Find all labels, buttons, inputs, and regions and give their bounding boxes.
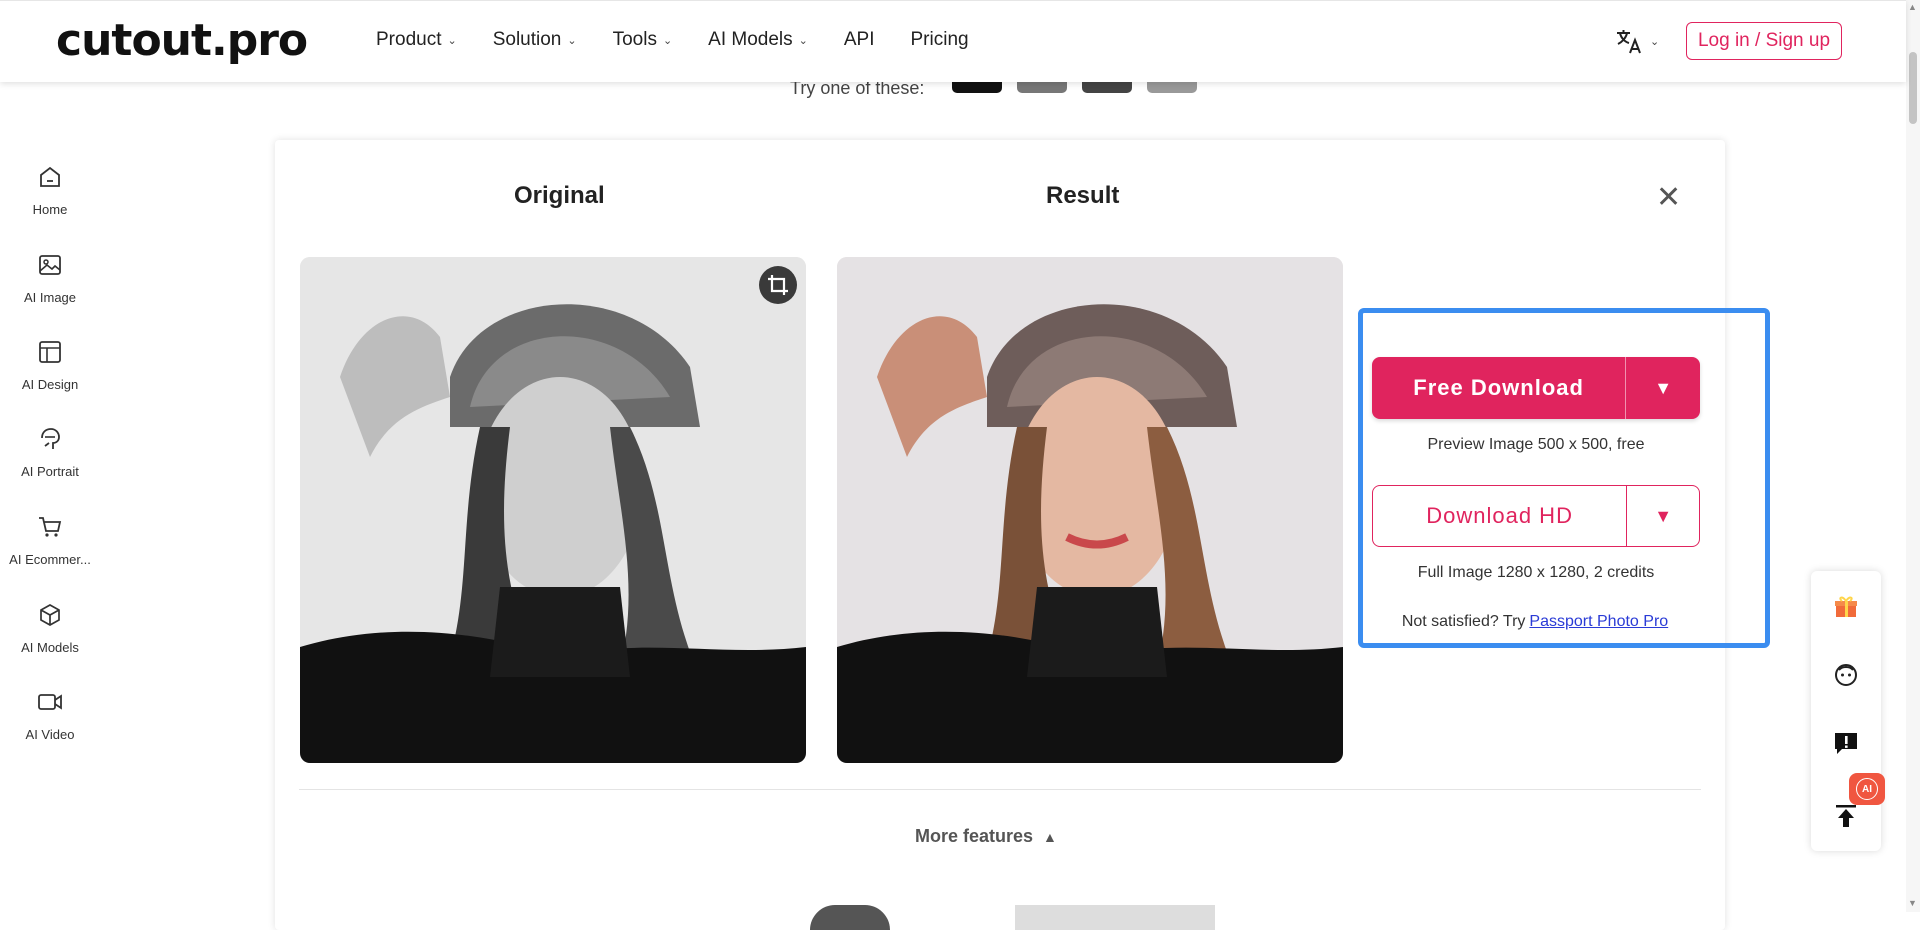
sidebar-item-ai-image[interactable]: AI Image bbox=[0, 252, 100, 305]
feature-thumbnail[interactable] bbox=[1015, 905, 1215, 930]
sidebar-label: AI Portrait bbox=[21, 464, 79, 479]
top-header: cutout.pro Product ⌄ Solution ⌄ Tools ⌄ AI … bbox=[0, 0, 1906, 82]
sidebar-label: AI Design bbox=[21, 377, 79, 392]
original-image[interactable] bbox=[300, 257, 806, 763]
sidebar-item-ai-models[interactable]: AI Models bbox=[0, 602, 100, 655]
translate-icon bbox=[1617, 30, 1641, 54]
back-to-top-icon[interactable] bbox=[1833, 803, 1859, 829]
caret-up-icon: ▲ bbox=[1043, 828, 1057, 845]
download-hd-label: Download HD bbox=[1426, 503, 1573, 528]
layout-icon bbox=[39, 341, 61, 363]
free-download-note: Preview Image 500 x 500, free bbox=[1427, 436, 1645, 453]
sidebar-item-ai-video[interactable]: AI Video bbox=[0, 689, 100, 742]
sidebar-item-home[interactable]: Home bbox=[0, 164, 100, 217]
passport-photo-pro-link[interactable]: Passport Photo Pro bbox=[1529, 613, 1668, 630]
result-panel: Original Result ✕ Free Download ▼ Previe… bbox=[275, 140, 1770, 930]
sidebar-label: AI Ecommer... bbox=[9, 552, 91, 567]
support-face-icon[interactable] bbox=[1833, 661, 1859, 687]
crop-icon bbox=[768, 275, 788, 295]
caret-down-icon: ▼ bbox=[1654, 505, 1673, 526]
portrait-icon bbox=[41, 428, 60, 449]
cube-icon bbox=[40, 604, 60, 626]
floating-toolbar bbox=[1811, 571, 1881, 851]
chevron-down-icon: ⌄ bbox=[1650, 35, 1660, 48]
sidebar-label: AI Video bbox=[25, 727, 75, 742]
sample-thumbnail[interactable] bbox=[1082, 81, 1132, 93]
nav-pricing[interactable]: Pricing bbox=[911, 29, 969, 51]
main-nav: Product ⌄ Solution ⌄ Tools ⌄ AI Models ⌄ API… bbox=[376, 29, 1005, 51]
not-satisfied-text: Not satisfied? Try bbox=[1401, 613, 1526, 630]
language-selector[interactable]: ⌄ bbox=[1614, 25, 1664, 57]
nav-label: Product bbox=[376, 29, 442, 50]
chevron-down-icon: ⌄ bbox=[447, 34, 457, 47]
sidebar-item-ai-ecommerce[interactable]: AI Ecommer... bbox=[0, 514, 100, 567]
nav-api[interactable]: API bbox=[844, 29, 875, 51]
more-features-toggle[interactable]: More features ▲ bbox=[915, 826, 1057, 847]
divider bbox=[299, 789, 1701, 790]
chevron-down-icon: ⌄ bbox=[798, 34, 808, 47]
feedback-icon[interactable] bbox=[1833, 730, 1859, 756]
more-features-label: More features bbox=[915, 826, 1034, 846]
sidebar-item-ai-portrait[interactable]: AI Portrait bbox=[0, 426, 100, 479]
portrait-photo-grayscale bbox=[300, 257, 806, 763]
free-download-label: Free Download bbox=[1413, 375, 1584, 400]
close-icon[interactable]: ✕ bbox=[1656, 180, 1681, 215]
result-title: Result bbox=[1046, 182, 1120, 209]
sample-thumbnail[interactable] bbox=[1147, 81, 1197, 93]
nav-tools[interactable]: Tools ⌄ bbox=[613, 29, 673, 51]
crop-button[interactable] bbox=[759, 266, 797, 304]
scrollbar-thumb[interactable] bbox=[1909, 52, 1917, 124]
sample-thumbnail[interactable] bbox=[952, 81, 1002, 93]
caret-down-icon: ▼ bbox=[1654, 377, 1673, 398]
home-icon bbox=[40, 166, 60, 187]
scroll-up-arrow[interactable]: ▲ bbox=[1908, 2, 1917, 12]
download-hd-button[interactable]: Download HD ▼ bbox=[1372, 485, 1700, 547]
free-download-button[interactable]: Free Download ▼ bbox=[1372, 357, 1700, 419]
image-icon bbox=[39, 255, 61, 275]
nav-label: API bbox=[843, 29, 875, 50]
ai-badge-label: AI bbox=[1856, 778, 1878, 800]
chevron-down-icon: ⌄ bbox=[662, 34, 673, 47]
scroll-down-arrow[interactable]: ▼ bbox=[1908, 898, 1917, 908]
sidebar-label: AI Models bbox=[21, 640, 79, 655]
cart-icon bbox=[39, 517, 62, 537]
nav-ai-models[interactable]: AI Models ⌄ bbox=[708, 29, 808, 51]
nav-solution[interactable]: Solution ⌄ bbox=[493, 29, 577, 51]
nav-label: Pricing bbox=[910, 29, 969, 50]
sidebar-label: Home bbox=[32, 202, 68, 217]
scrollbar[interactable] bbox=[1906, 0, 1920, 912]
login-signup-button[interactable]: Log in / Sign up bbox=[1686, 22, 1842, 60]
nav-label: AI Models bbox=[708, 29, 793, 50]
download-hd-dropdown[interactable]: ▼ bbox=[1626, 486, 1699, 546]
chevron-down-icon: ⌄ bbox=[567, 34, 577, 47]
gift-icon[interactable] bbox=[1833, 593, 1859, 619]
result-image[interactable] bbox=[837, 257, 1343, 763]
nav-product[interactable]: Product ⌄ bbox=[376, 29, 457, 51]
nav-label: Tools bbox=[612, 29, 657, 50]
sidebar-item-ai-design[interactable]: AI Design bbox=[0, 339, 100, 392]
nav-label: Solution bbox=[492, 29, 562, 50]
video-icon bbox=[38, 694, 62, 710]
feature-thumbnail[interactable] bbox=[810, 905, 890, 930]
original-title: Original bbox=[514, 182, 605, 209]
logo[interactable]: cutout.pro bbox=[56, 15, 308, 66]
not-satisfied-row: Not satisfied? Try Passport Photo Pro bbox=[1365, 613, 1705, 631]
sample-thumbnail[interactable] bbox=[1017, 81, 1067, 93]
ai-assistant-button[interactable]: AI bbox=[1849, 773, 1885, 805]
sidebar-label: AI Image bbox=[23, 290, 77, 305]
portrait-photo-colorized bbox=[837, 257, 1343, 763]
free-download-dropdown[interactable]: ▼ bbox=[1625, 357, 1700, 419]
download-hd-note: Full Image 1280 x 1280, 2 credits bbox=[1417, 564, 1655, 581]
